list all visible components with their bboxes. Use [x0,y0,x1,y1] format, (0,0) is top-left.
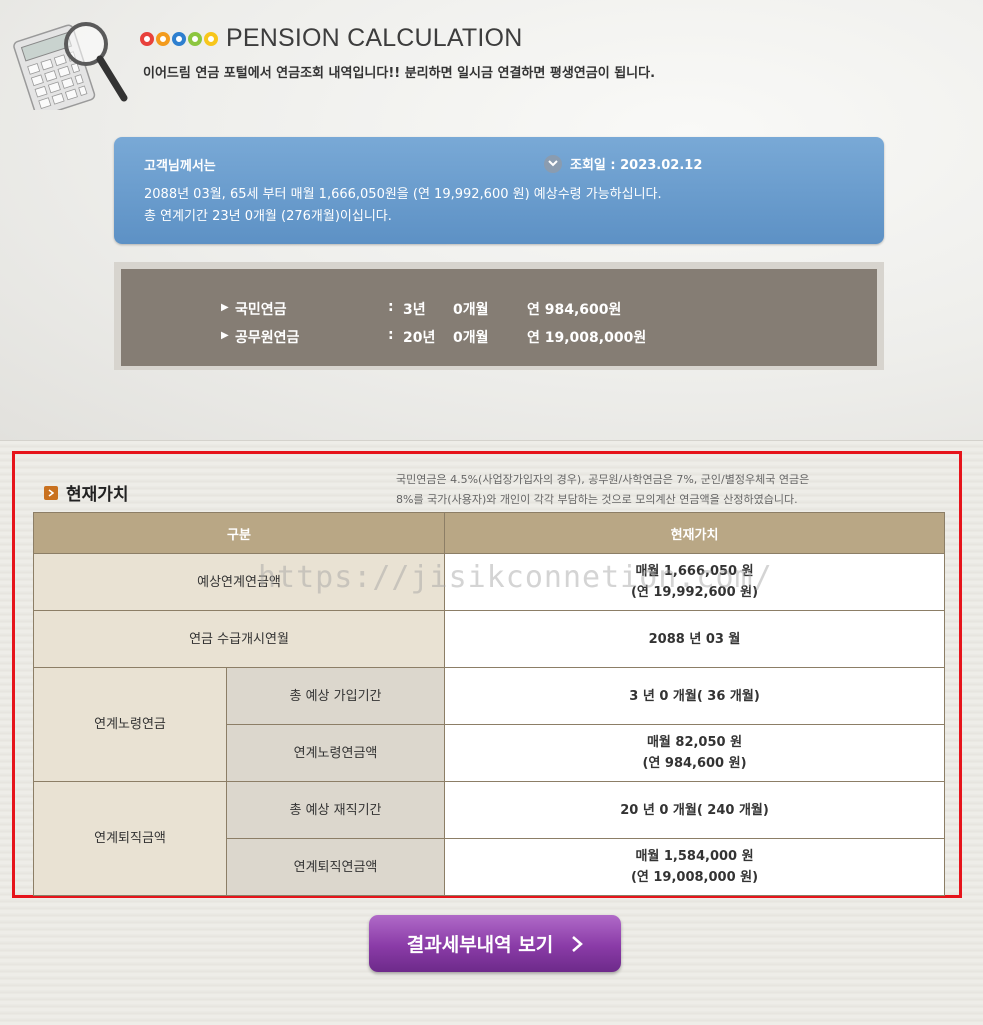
section-title: 현재가치 [66,485,129,505]
pension-list: ▶ 국민연금 : 3년 0개월 연 984,600원 ▶ 공무원연금 : 20년… [121,269,877,366]
table-row: 연계노령연금 총 예상 가입기간 3 년 0 개월( 36 개월) [33,667,946,782]
logo-ring-yellow [204,31,218,46]
present-value-table: 구분 현재가치 예상연계연금액 매월 1,666,050 원 (연 19,992,… [32,512,946,896]
pension-annual: 연 984,600원 [527,302,622,318]
sub-label: 총 예상 재직기간 [225,781,446,839]
row-value: 20 년 0 개월( 240 개월) [444,781,946,839]
sub-label: 총 예상 가입기간 [225,667,446,725]
logo-ring-blue [172,31,186,46]
section-note: 국민연금은 4.5%(사업장가입자의 경우), 공무원/사학연금은 7%, 군인… [396,470,916,510]
view-details-button[interactable]: 결과세부내역 보기 [369,915,621,972]
row-value: 매월 82,050 원 (연 984,600 원) [444,724,946,782]
logo-ring-red [140,31,154,46]
row-label: 연금 수급개시연월 [32,610,446,668]
note-line: 국민연금은 4.5%(사업장가입자의 경우), 공무원/사학연금은 7%, 군인… [396,473,810,486]
group-label: 연계노령연금 [33,667,227,782]
page-subtitle: 이어드림 연금 포털에서 연금조회 내역입니다!! 분리하면 일시금 연결하면 … [143,66,656,81]
pension-years: 20년 [403,330,436,346]
pension-colon: : [388,299,394,315]
column-header-value: 현재가치 [444,512,946,554]
table-row: 연금 수급개시연월 2088 년 03 월 [32,610,946,668]
inquiry-date: 조회일 : 2023.02.12 [544,154,702,173]
view-details-label: 결과세부내역 보기 [406,934,554,956]
chevron-down-icon[interactable] [544,154,562,173]
summary-period-line: 총 연계기간 23년 0개월 (276개월)이십니다. [144,209,392,224]
pension-logo: PENSION CALCULATION [140,24,522,53]
calculator-magnifier-icon [13,22,128,110]
logo-ring-orange [156,31,170,46]
pension-months: 0개월 [453,302,489,318]
pension-name: 국민연금 [235,302,287,318]
inquiry-date-label: 조회일 : 2023.02.12 [570,158,703,173]
pension-years: 3년 [403,302,426,318]
chevron-right-icon [44,485,58,500]
row-value: 매월 1,666,050 원 (연 19,992,600 원) [444,553,946,611]
pension-colon: : [388,327,394,343]
note-line: 8%를 국가(사용자)와 개인이 각각 부담하는 것으로 모의계산 연금액을 산… [396,493,798,506]
sub-label: 연계퇴직연금액 [225,838,446,896]
group-label: 연계퇴직금액 [33,781,227,896]
row-value: 매월 1,584,000 원 (연 19,008,000 원) [444,838,946,896]
pension-months: 0개월 [453,330,489,346]
summary-box: 고객님께서는 조회일 : 2023.02.12 2088년 03월, 65세 부… [114,137,884,244]
triangle-right-icon: ▶ [221,302,229,313]
triangle-right-icon: ▶ [221,330,229,341]
chevron-right-icon [571,935,584,953]
table-row: 예상연계연금액 매월 1,666,050 원 (연 19,992,600 원) [32,553,946,611]
pension-list-panel: ▶ 국민연금 : 3년 0개월 연 984,600원 ▶ 공무원연금 : 20년… [114,262,884,370]
summary-expected-line: 2088년 03월, 65세 부터 매월 1,666,050원을 (연 19,9… [144,187,662,202]
logo-ring-green [188,31,202,46]
row-value: 3 년 0 개월( 36 개월) [444,667,946,725]
pension-annual: 연 19,008,000원 [527,330,647,346]
table-row: 연계퇴직금액 총 예상 재직기간 20 년 0 개월( 240 개월) [33,781,946,896]
page-title: PENSION CALCULATION [226,24,523,52]
column-header-category: 구분 [32,512,446,554]
summary-greeting: 고객님께서는 [144,159,216,174]
sub-label: 연계노령연금액 [225,724,446,782]
section-header: 현재가치 [44,480,129,505]
pension-name: 공무원연금 [235,330,300,346]
row-value: 2088 년 03 월 [444,610,946,668]
table-header-row: 구분 현재가치 [32,512,946,554]
row-label: 예상연계연금액 [32,553,446,611]
